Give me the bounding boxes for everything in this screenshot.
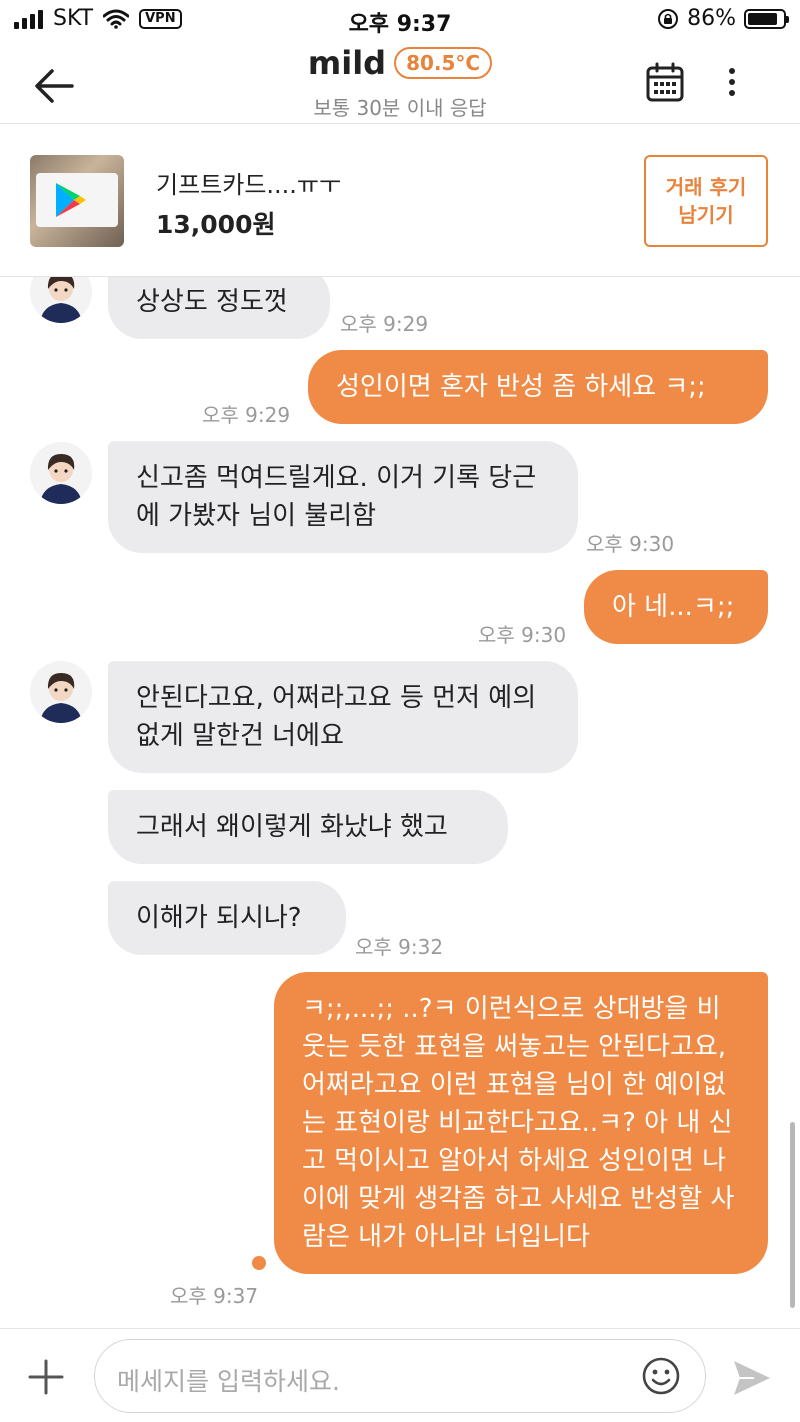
outgoing-message: ㅋ;;,...;; ..?ㅋ 이런식으로 상대방을 비웃는 듯한 표현을 써놓고…: [274, 972, 768, 1274]
outgoing-message: 아 네...ㅋ;;: [584, 570, 768, 644]
status-bar: SKT VPN 오후 9:37 86%: [0, 0, 800, 40]
incoming-message: 그래서 왜이렇게 화났냐 했고: [108, 790, 508, 864]
message-time: 오후 9:29: [340, 312, 429, 336]
incoming-message: 이해가 되시나?: [108, 881, 346, 955]
avatar[interactable]: [30, 442, 92, 504]
google-play-logo-icon: [56, 183, 86, 217]
message-list[interactable]: 상상도 정도껏 오후 9:29 오후 9:29 성인이면 혼자 반성 좀 하세요…: [0, 277, 800, 1327]
send-icon[interactable]: [732, 1359, 772, 1397]
write-review-button[interactable]: 거래 후기 남기기: [644, 155, 768, 247]
product-bar[interactable]: 기프트카드....ㅠㅜ 13,000원 거래 후기 남기기: [0, 125, 800, 277]
message-input[interactable]: 메세지를 입력하세요.: [94, 1339, 706, 1413]
message-time: 오후 9:37: [170, 1284, 259, 1308]
rotation-lock-icon: [658, 8, 679, 29]
product-thumbnail[interactable]: [30, 155, 124, 247]
incoming-message: 신고좀 먹여드릴게요. 이거 기록 당근에 가봤자 님이 불리함: [108, 441, 578, 553]
message-time: 오후 9:30: [478, 623, 567, 647]
scrollbar[interactable]: [790, 1122, 795, 1308]
chat-header: mild 80.5°C 보통 30분 이내 응답: [0, 40, 800, 124]
calendar-icon[interactable]: [646, 62, 684, 102]
write-review-label: 거래 후기 남기기: [665, 175, 747, 227]
plus-icon[interactable]: [28, 1359, 64, 1395]
avatar[interactable]: [30, 277, 92, 323]
battery-fill: [748, 12, 778, 25]
message-time: 오후 9:32: [355, 935, 444, 959]
gift-card-image: [36, 173, 118, 227]
message-input-bar: 메세지를 입력하세요.: [0, 1328, 800, 1422]
outgoing-message: 성인이면 혼자 반성 좀 하세요 ㅋ;;: [308, 350, 768, 424]
more-vertical-icon[interactable]: [722, 66, 742, 98]
battery-icon: [744, 8, 789, 29]
manner-temperature-badge: 80.5°C: [394, 47, 493, 79]
product-price: 13,000원: [156, 210, 276, 239]
status-right: 86%: [657, 6, 789, 31]
avatar[interactable]: [30, 661, 92, 723]
emoji-icon[interactable]: [641, 1356, 681, 1396]
battery-percent: 86%: [687, 6, 736, 31]
product-title: 기프트카드....ㅠㅜ: [156, 171, 342, 199]
message-time: 오후 9:30: [586, 532, 675, 556]
user-name[interactable]: mild: [308, 44, 386, 82]
incoming-message: 안된다고요, 어쩌라고요 등 먼저 예의없게 말한건 너에요: [108, 661, 578, 773]
unread-indicator: [252, 1256, 266, 1270]
message-time: 오후 9:29: [202, 403, 291, 427]
message-input-placeholder: 메세지를 입력하세요.: [117, 1367, 340, 1396]
incoming-message: 상상도 정도껏: [108, 277, 330, 339]
